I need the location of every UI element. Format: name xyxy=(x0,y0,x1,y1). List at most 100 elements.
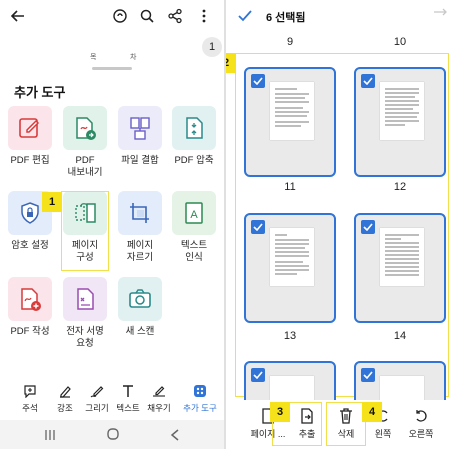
tool-pdf-create[interactable]: PDF 작성 xyxy=(3,277,57,338)
tool-label: 페이지 자르기 xyxy=(126,240,154,263)
confirm-check-icon[interactable] xyxy=(238,9,252,27)
tool-label: 주석 xyxy=(22,403,38,413)
tool-label: 그리기 xyxy=(85,403,109,413)
toc-tab-label: 차 xyxy=(130,54,137,61)
page-preview xyxy=(380,82,424,140)
page-number-label: 13 xyxy=(283,330,297,342)
sheet-drag-handle[interactable] xyxy=(92,67,132,70)
action-label: 오른쪽 xyxy=(408,429,434,439)
page-action-bar: 페이지 ... 추출 삭제 왼쪽 오른쪽 3 4 xyxy=(226,400,450,449)
tool-label: 텍스트 xyxy=(116,403,140,413)
camera-scan-icon xyxy=(118,277,162,321)
share-icon[interactable] xyxy=(165,6,185,26)
highlight-box-1 xyxy=(61,191,109,271)
esign-request-icon xyxy=(63,277,107,321)
tool-label: 전자 서명 요청 xyxy=(66,326,104,349)
tool-draw[interactable]: 그리기 xyxy=(81,382,113,414)
pdf-export-icon xyxy=(63,106,107,150)
checkbox-checked-icon[interactable] xyxy=(251,368,265,382)
page-thumbnail[interactable] xyxy=(244,213,336,323)
top-toolbar xyxy=(0,0,224,32)
more-tools-icon xyxy=(180,382,220,400)
toc-tab-label: 목 xyxy=(90,54,97,61)
rotate-right-button[interactable]: 오른쪽 xyxy=(404,407,438,440)
tool-label: PDF 편집 xyxy=(10,155,50,166)
annotation-badge-1: 1 xyxy=(42,192,62,212)
sheet-title: 추가 도구 xyxy=(14,85,66,100)
checkbox-checked-icon[interactable] xyxy=(361,74,375,88)
tool-label: 파일 결합 xyxy=(121,155,159,166)
tool-label: 추가 도구 xyxy=(183,403,217,413)
comment-icon xyxy=(14,382,46,400)
text-recognition-icon: A xyxy=(172,191,216,235)
page-number-label: 10 xyxy=(393,36,407,48)
pdf-compress-icon xyxy=(172,106,216,150)
page-organizer-panel: 6 선택됨 9 10 2 11 12 13 14 xyxy=(226,0,450,449)
page-thumbnail[interactable] xyxy=(244,67,336,177)
tool-highlight[interactable]: 강조 xyxy=(49,382,81,414)
page-preview xyxy=(270,82,314,140)
tool-label: PDF 내보내기 xyxy=(67,155,103,178)
page-thumbnail[interactable] xyxy=(354,213,446,323)
annotation-badge-4: 4 xyxy=(362,402,382,422)
page-preview xyxy=(380,228,424,286)
svg-text:A: A xyxy=(190,209,198,221)
bottom-toolbar: 주석 강조 그리기 텍스트 채우기 추가 도구 xyxy=(0,378,224,418)
annotation-badge-2: 2 xyxy=(226,53,236,73)
back-arrow-icon[interactable] xyxy=(8,6,28,26)
tool-esign-request[interactable]: 전자 서명 요청 xyxy=(58,277,112,350)
tool-label: 강조 xyxy=(57,403,73,413)
text-icon xyxy=(112,382,144,400)
rotate-right-icon xyxy=(404,407,438,425)
highlight-icon xyxy=(49,382,81,400)
file-combine-icon xyxy=(118,106,162,150)
highlight-box-4 xyxy=(326,402,366,446)
crop-page-icon xyxy=(118,191,162,235)
checkbox-checked-icon[interactable] xyxy=(361,220,375,234)
page-number-label: 11 xyxy=(284,181,296,193)
toc-tabs[interactable]: 목 차 xyxy=(0,46,224,68)
tool-pdf-export[interactable]: PDF 내보내기 xyxy=(58,106,112,179)
page-indicator: 1 xyxy=(202,37,222,57)
checkbox-checked-icon[interactable] xyxy=(251,220,265,234)
tool-text[interactable]: 텍스트 xyxy=(112,382,144,414)
tool-label: PDF 작성 xyxy=(10,326,50,337)
selection-toolbar: 6 선택됨 xyxy=(226,0,450,32)
tool-label: 채우기 xyxy=(147,403,171,413)
pdf-create-icon xyxy=(8,277,52,321)
tool-label: 새 스캔 xyxy=(125,326,155,337)
system-navbar xyxy=(0,420,224,449)
tool-pdf-compress[interactable]: PDF 압축 xyxy=(167,106,221,167)
tool-more-tools[interactable]: 추가 도구 xyxy=(180,382,220,414)
home-icon[interactable] xyxy=(106,427,120,446)
tool-new-scan[interactable]: 새 스캔 xyxy=(113,277,167,338)
recent-apps-icon[interactable] xyxy=(44,428,56,446)
tool-comment[interactable]: 주석 xyxy=(14,382,46,414)
swap-arrows-icon[interactable] xyxy=(432,8,448,27)
page-number-label: 12 xyxy=(393,181,407,193)
page-thumbnail[interactable] xyxy=(354,67,446,177)
page-number-label: 14 xyxy=(393,330,407,342)
page-number-label: 9 xyxy=(286,36,294,48)
tool-text-recognition[interactable]: A 텍스트 인식 xyxy=(167,191,221,264)
share-link-icon[interactable] xyxy=(110,6,130,26)
more-menu-icon[interactable] xyxy=(194,6,214,26)
tool-pdf-edit[interactable]: PDF 편집 xyxy=(3,106,57,167)
checkbox-checked-icon[interactable] xyxy=(251,74,265,88)
selection-count-title: 6 선택됨 xyxy=(266,12,306,24)
search-icon[interactable] xyxy=(137,6,157,26)
action-label: 왼쪽 xyxy=(374,429,392,439)
tool-crop-page[interactable]: 페이지 자르기 xyxy=(113,191,167,264)
checkbox-checked-icon[interactable] xyxy=(361,368,375,382)
annotation-badge-3: 3 xyxy=(270,402,290,422)
tool-label: PDF 압축 xyxy=(174,155,214,166)
tool-label: 텍스트 인식 xyxy=(180,240,208,263)
pdf-edit-icon xyxy=(8,106,52,150)
nav-back-icon[interactable] xyxy=(170,428,180,446)
draw-icon xyxy=(81,382,113,400)
tool-fill-sign[interactable]: 채우기 xyxy=(143,382,175,414)
tool-file-combine[interactable]: 파일 결합 xyxy=(113,106,167,167)
page-preview xyxy=(270,228,314,286)
tools-panel: 목 차 1 추가 도구 PDF 편집 PDF 내보내기 파일 결합 PDF 압축… xyxy=(0,0,224,449)
tool-label: 암호 설정 xyxy=(11,240,49,251)
